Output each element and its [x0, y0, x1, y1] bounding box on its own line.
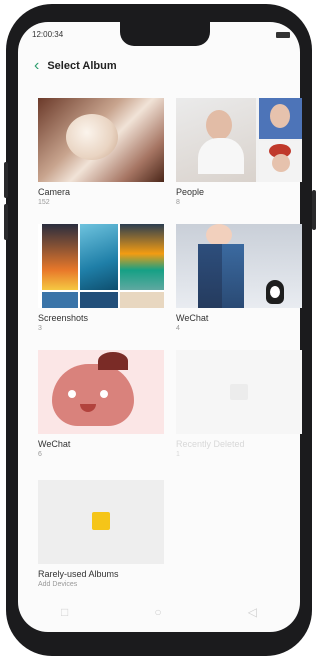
album-thumbnail	[176, 224, 302, 308]
album-count: 3	[38, 325, 42, 332]
album-name: Rarely-used Albums	[38, 569, 119, 579]
album-thumbnail	[38, 350, 164, 434]
album-count: 6	[38, 451, 42, 458]
album-count: 4	[176, 325, 180, 332]
square-icon[interactable]: □	[61, 605, 68, 619]
album-thumbnail	[176, 350, 302, 434]
header: ‹ Select Album	[34, 56, 117, 76]
album-thumbnail	[38, 224, 164, 308]
page-title: Select Album	[47, 60, 117, 72]
navigation-bar: □ ○ ◁	[18, 592, 300, 632]
circle-icon[interactable]: ○	[154, 605, 161, 619]
back-triangle-icon[interactable]: ◁	[248, 605, 257, 619]
album-count: 8	[176, 199, 180, 206]
album-count: 1	[176, 451, 180, 458]
status-time: 12:00:34	[32, 30, 64, 39]
album-camera[interactable]: Camera 152	[38, 98, 164, 206]
album-name: WeChat	[176, 313, 209, 323]
back-arrow-icon[interactable]: ‹	[34, 58, 39, 74]
album-rarely-used[interactable]: Rarely-used Albums Add Devices	[38, 480, 164, 588]
album-screenshots[interactable]: Screenshots 3	[38, 224, 164, 332]
album-name: Camera	[38, 187, 71, 197]
album-name: Screenshots	[38, 313, 89, 323]
album-count: 152	[38, 199, 50, 206]
album-recently-deleted[interactable]: Recently Deleted 1	[176, 350, 302, 458]
power-button	[312, 190, 316, 230]
album-wechat[interactable]: WeChat 6	[38, 350, 164, 458]
album-name: Recently Deleted	[176, 439, 245, 449]
battery-icon	[276, 32, 290, 38]
volume-up-button	[4, 162, 8, 198]
trash-icon	[230, 384, 248, 400]
status-bar: 12:00:34	[32, 30, 294, 44]
album-people[interactable]: People 8	[176, 98, 302, 206]
album-thumbnail	[176, 98, 302, 182]
album-thumbnail	[38, 98, 164, 182]
album-thumbnail	[38, 480, 164, 564]
album-count: Add Devices	[38, 581, 78, 588]
album-name: WeChat	[38, 439, 71, 449]
folder-icon	[92, 512, 110, 530]
album-wechat[interactable]: WeChat 4	[176, 224, 302, 332]
album-name: People	[176, 187, 205, 197]
volume-down-button	[4, 204, 8, 240]
